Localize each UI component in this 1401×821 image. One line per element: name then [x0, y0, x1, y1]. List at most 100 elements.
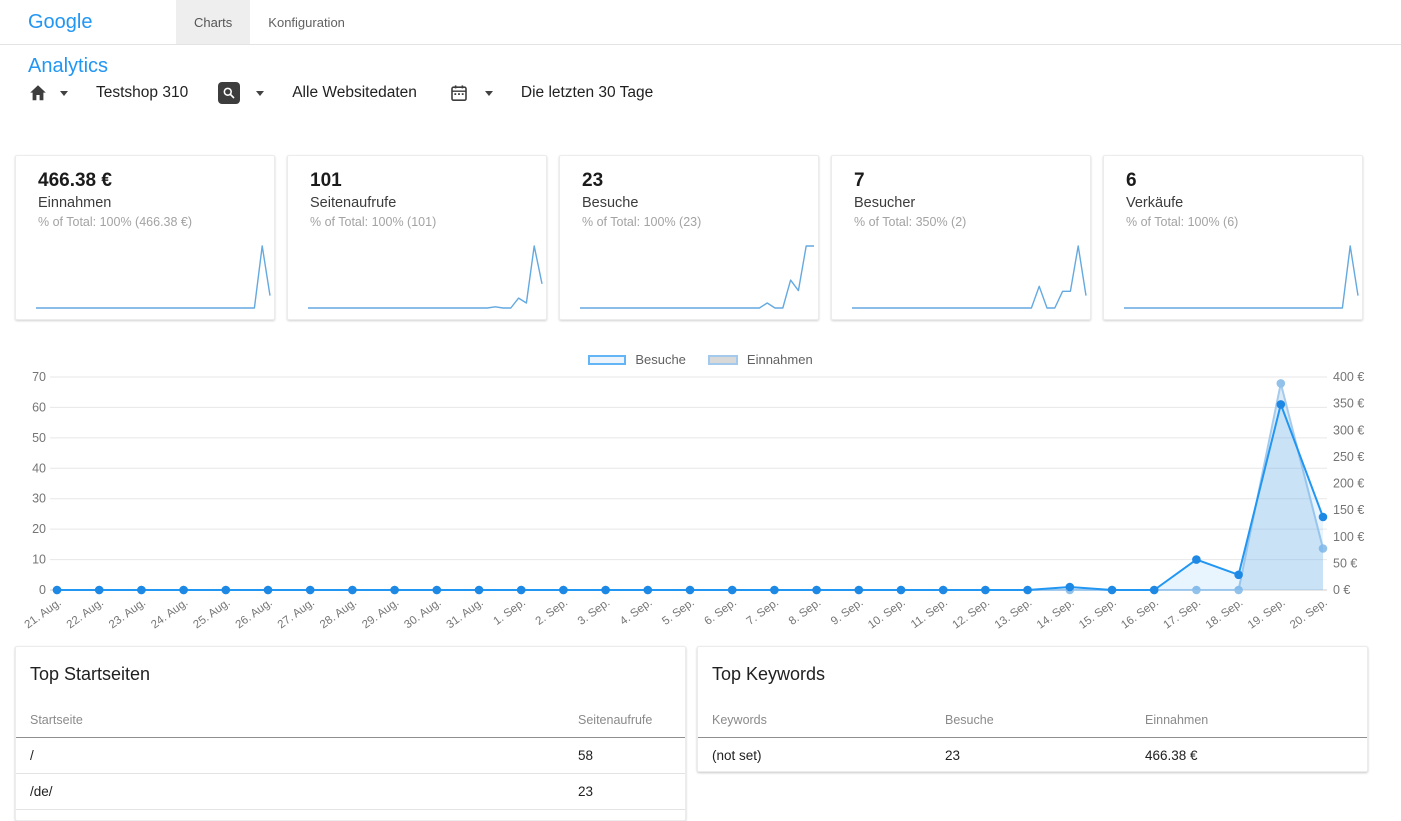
data-point-dot[interactable] — [137, 586, 146, 595]
data-point-dot[interactable] — [981, 586, 990, 595]
data-point-dot[interactable] — [517, 586, 526, 595]
legend-swatch-einnahmen[interactable] — [708, 355, 738, 365]
data-point-dot[interactable] — [1277, 400, 1286, 409]
right-axis-tick-label: 150 € — [1333, 503, 1364, 517]
table-header-row: StartseiteSeitenaufrufe — [16, 705, 685, 738]
x-axis-label: 9. Sep. — [829, 597, 866, 628]
right-axis-tick-label: 50 € — [1333, 556, 1357, 570]
data-point-dot[interactable] — [770, 586, 779, 595]
chevron-down-icon[interactable] — [485, 91, 493, 96]
data-point-dot[interactable] — [53, 586, 62, 595]
top-startseiten-card: Top Startseiten StartseiteSeitenaufrufe … — [15, 646, 686, 821]
table-row: /58 — [16, 738, 685, 774]
data-point-dot[interactable] — [686, 586, 695, 595]
kpi-label: Verkäufe — [1126, 195, 1362, 211]
data-point-dot[interactable] — [475, 586, 484, 595]
data-point-dot[interactable] — [1319, 513, 1328, 522]
data-point-dot[interactable] — [1234, 571, 1243, 580]
right-axis-tick-label: 250 € — [1333, 450, 1364, 464]
legend-swatch-besuche[interactable] — [588, 355, 626, 365]
startseiten-table: StartseiteSeitenaufrufe /58/de/23 — [16, 705, 685, 810]
data-point-dot[interactable] — [812, 586, 821, 595]
kpi-card: 466.38 €Einnahmen% of Total: 100% (466.3… — [15, 155, 275, 320]
x-axis-label: 21. Aug. — [23, 597, 64, 632]
data-point-dot[interactable] — [1023, 586, 1032, 595]
column-header: Besuche — [931, 705, 1131, 738]
kpi-label: Besucher — [854, 195, 1090, 211]
data-point-dot[interactable] — [855, 586, 864, 595]
data-point-dot[interactable] — [939, 586, 948, 595]
x-axis-label: 2. Sep. — [534, 597, 571, 628]
data-point-dot[interactable] — [1192, 555, 1201, 564]
kpi-subtext: % of Total: 350% (2) — [854, 215, 1090, 229]
kpi-subtext: % of Total: 100% (466.38 €) — [38, 215, 274, 229]
kpi-value: 7 — [854, 170, 1090, 192]
series-area-einnahmen — [57, 383, 1323, 590]
data-point-dot[interactable] — [728, 586, 737, 595]
app-title: Google Analytics — [0, 0, 148, 44]
x-axis-label: 27. Aug. — [276, 597, 317, 632]
left-axis-tick-label: 10 — [32, 553, 46, 567]
x-axis-label: 5. Sep. — [660, 597, 697, 628]
x-axis-label: 29. Aug. — [360, 597, 401, 632]
legend-label-einnahmen[interactable]: Einnahmen — [747, 352, 813, 367]
column-header: Startseite — [16, 705, 564, 738]
home-icon[interactable] — [28, 83, 48, 103]
date-range-selector[interactable]: Die letzten 30 Tage — [521, 84, 653, 102]
kpi-label: Seitenaufrufe — [310, 195, 546, 211]
right-axis-tick-label: 200 € — [1333, 477, 1364, 491]
kpi-value: 101 — [310, 170, 546, 192]
account-selector[interactable]: Testshop 310 — [96, 84, 188, 102]
column-header: Einnahmen — [1131, 705, 1367, 738]
x-axis-label: 4. Sep. — [618, 597, 655, 628]
sparkline-path — [36, 246, 270, 308]
series-area-besuche — [57, 404, 1323, 590]
x-axis-label: 12. Sep. — [950, 597, 992, 632]
tab-konfiguration[interactable]: Konfiguration — [250, 0, 363, 44]
left-axis-tick-label: 50 — [32, 431, 46, 445]
kpi-sparkline — [34, 233, 272, 311]
chevron-down-icon[interactable] — [60, 91, 68, 96]
left-axis-tick-label: 60 — [32, 400, 46, 414]
calendar-icon[interactable] — [449, 83, 469, 103]
series-line-besuche — [57, 404, 1323, 590]
x-axis-label: 18. Sep. — [1204, 597, 1246, 632]
data-point-dot[interactable] — [1108, 586, 1117, 595]
data-point-dot[interactable] — [348, 586, 357, 595]
table-cell: / — [16, 738, 564, 774]
x-axis-label: 31. Aug. — [445, 597, 486, 632]
table-title: Top Startseiten — [16, 647, 685, 685]
data-point-dot[interactable] — [1066, 583, 1075, 592]
data-point-dot[interactable] — [601, 586, 610, 595]
left-axis-tick-label: 20 — [32, 522, 46, 536]
legend-label-besuche[interactable]: Besuche — [635, 352, 686, 367]
data-point-dot[interactable] — [897, 586, 906, 595]
table-cell: (not set) — [698, 738, 931, 773]
table-row: (not set)23466.38 € — [698, 738, 1367, 773]
table-row: /de/23 — [16, 774, 685, 810]
table-cell: 23 — [564, 774, 685, 810]
x-axis-label: 22. Aug. — [65, 597, 106, 632]
account-search-icon[interactable] — [218, 82, 240, 104]
data-point-dot[interactable] — [264, 586, 273, 595]
data-point-dot[interactable] — [644, 586, 653, 595]
data-point-dot[interactable] — [433, 586, 442, 595]
kpi-card: 23Besuche% of Total: 100% (23) — [559, 155, 819, 320]
kpi-value: 23 — [582, 170, 818, 192]
view-selector[interactable]: Alle Websitedaten — [292, 84, 417, 102]
kpi-sparkline — [1122, 233, 1360, 311]
chevron-down-icon[interactable] — [256, 91, 264, 96]
tab-charts[interactable]: Charts — [176, 0, 250, 44]
table-cell: 466.38 € — [1131, 738, 1367, 773]
data-point-dot[interactable] — [559, 586, 568, 595]
data-point-dot[interactable] — [222, 586, 231, 595]
data-point-dot[interactable] — [95, 586, 104, 595]
data-point-dot[interactable] — [179, 586, 188, 595]
data-point-dot[interactable] — [306, 586, 315, 595]
data-point-dot[interactable] — [1277, 379, 1286, 388]
x-axis-label: 25. Aug. — [191, 597, 232, 632]
table-cell: 23 — [931, 738, 1131, 773]
left-axis-tick-label: 0 — [39, 583, 46, 597]
data-point-dot[interactable] — [1150, 586, 1159, 595]
data-point-dot[interactable] — [390, 586, 399, 595]
